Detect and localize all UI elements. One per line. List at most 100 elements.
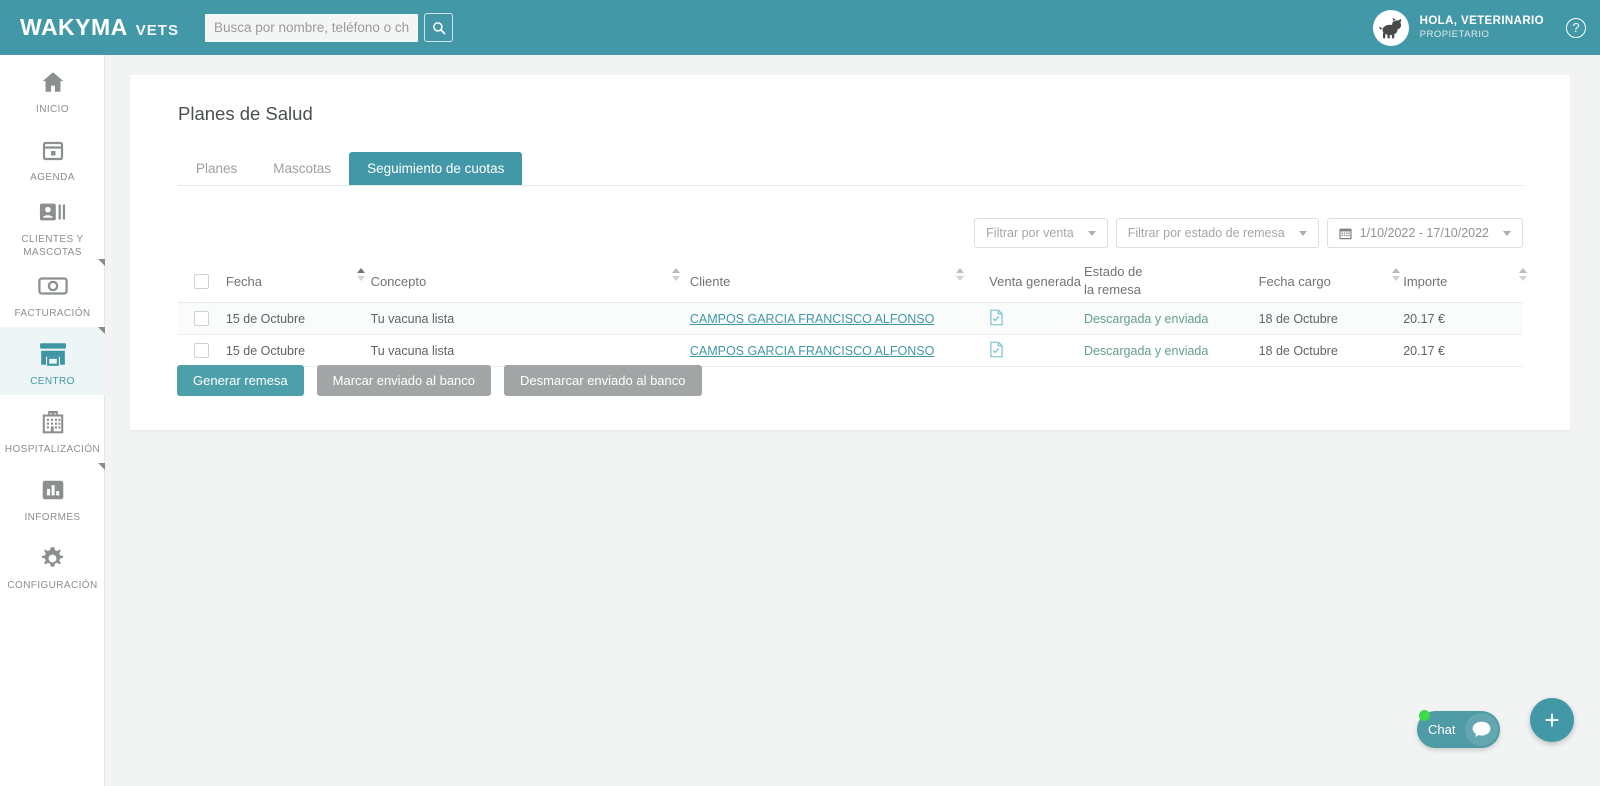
row-select-cell xyxy=(178,311,226,326)
column-label: Concepto xyxy=(370,273,427,289)
sidebar-item-label: INICIO xyxy=(36,104,69,116)
column-label: Venta generada xyxy=(989,273,1081,289)
column-header-estado-de-la-remesa: Estado de la remesa xyxy=(1084,263,1259,298)
cell-cliente: CAMPOS GARCIA FRANCISCO ALFONSO xyxy=(690,312,989,326)
sort-asc-icon xyxy=(955,267,964,273)
marcar-enviado-al-banco-button[interactable]: Marcar enviado al banco xyxy=(316,365,492,396)
user-account-area[interactable]: HOLA, VETERINARIO PROPIETARIO ? xyxy=(1372,0,1600,55)
sort-toggle-importe[interactable] xyxy=(1518,265,1527,283)
plus-icon: + xyxy=(1544,704,1560,735)
sidebar-item-facturacion[interactable]: FACTURACIÓN xyxy=(0,259,105,327)
sidebar-item-clientes-y-mascotas[interactable]: CLIENTES Y MASCOTAS xyxy=(0,191,105,259)
search-area xyxy=(205,13,453,42)
cell-estado-remesa: Descargada y enviada xyxy=(1083,343,1209,358)
generar-remesa-button[interactable]: Generar remesa xyxy=(177,365,304,396)
sidebar-item-label: FACTURACIÓN xyxy=(14,308,91,320)
document-check-icon xyxy=(990,309,1003,325)
cell-fecha-cargo: 18 de Octubre xyxy=(1258,311,1338,326)
sidebar-item-centro[interactable]: CENTRO xyxy=(0,327,105,395)
select-all-cell xyxy=(178,273,226,289)
column-label: Fecha xyxy=(225,273,263,289)
calendar-icon xyxy=(41,135,65,165)
client-link[interactable]: CAMPOS GARCIA FRANCISCO ALFONSO xyxy=(690,344,935,358)
filter-label: Filtrar por venta xyxy=(986,226,1074,240)
tab-mascotas[interactable]: Mascotas xyxy=(255,152,349,185)
sidebar-notch-marker xyxy=(98,259,105,266)
cell-fecha: 15 de Octubre xyxy=(225,343,306,358)
cell-fecha: 15 de Octubre xyxy=(225,311,306,326)
table-row[interactable]: 15 de Octubre Tu vacuna lista CAMPOS GAR… xyxy=(178,303,1523,335)
sort-desc-icon xyxy=(356,275,365,281)
filter-por-venta-dropdown[interactable]: Filtrar por venta xyxy=(974,218,1108,248)
chat-online-indicator xyxy=(1419,710,1430,721)
page-content: Planes de Salud Planes Mascotas Seguimie… xyxy=(105,55,1600,786)
avatar xyxy=(1372,9,1409,46)
filter-por-estado-de-remesa-dropdown[interactable]: Filtrar por estado de remesa xyxy=(1115,218,1319,248)
row-checkbox[interactable] xyxy=(194,311,210,326)
sort-toggle-cliente[interactable] xyxy=(955,265,964,283)
tab-bar: Planes Mascotas Seguimiento de cuotas xyxy=(178,149,1523,186)
date-range-picker[interactable]: 1/10/2022 - 17/10/2022 xyxy=(1326,218,1523,248)
cell-importe: 20.17 € xyxy=(1403,343,1445,358)
sort-toggle-fecha-cargo[interactable] xyxy=(1391,265,1400,283)
sort-desc-icon xyxy=(671,275,680,281)
home-icon xyxy=(40,67,66,97)
user-text-block: HOLA, VETERINARIO PROPIETARIO xyxy=(1420,14,1544,40)
sort-asc-icon xyxy=(356,267,365,273)
sidebar-item-label: INFORMES xyxy=(24,512,81,524)
chat-bubble-backdrop xyxy=(1465,713,1498,746)
sidebar-notch-marker xyxy=(98,327,105,334)
cell-cliente: CAMPOS GARCIA FRANCISCO ALFONSO xyxy=(690,344,989,358)
sidebar-nav: INICIO AGENDA CLIENTES Y MASCOTAS FACTUR… xyxy=(0,55,105,786)
dog-avatar-icon xyxy=(1378,17,1401,38)
select-all-checkbox[interactable] xyxy=(194,273,210,289)
chat-bubble-icon xyxy=(1472,721,1491,738)
column-header-fecha-cargo[interactable]: Fecha cargo xyxy=(1259,274,1404,289)
sort-toggle-concepto[interactable] xyxy=(671,265,680,283)
tab-seguimiento-de-cuotas[interactable]: Seguimiento de cuotas xyxy=(349,152,523,185)
hospital-icon xyxy=(40,407,66,437)
sidebar-item-label: CONFIGURACIÓN xyxy=(7,580,98,592)
cell-concepto: Tu vacuna lista xyxy=(370,311,455,326)
sidebar-item-hospitalizacion[interactable]: HOSPITALIZACIÓN xyxy=(0,395,105,463)
desmarcar-enviado-al-banco-button[interactable]: Desmarcar enviado al banco xyxy=(504,365,702,396)
search-button[interactable] xyxy=(424,13,453,42)
filter-bar: Filtrar por venta Filtrar por estado de … xyxy=(974,218,1523,248)
sidebar-item-configuracion[interactable]: CONFIGURACIÓN xyxy=(0,531,105,599)
column-header-cliente[interactable]: Cliente xyxy=(690,274,989,289)
sort-desc-icon xyxy=(955,275,964,281)
sidebar-item-agenda[interactable]: AGENDA xyxy=(0,123,105,191)
document-check-icon xyxy=(990,341,1003,357)
column-header-concepto[interactable]: Concepto xyxy=(371,274,690,289)
table-row[interactable]: 15 de Octubre Tu vacuna lista CAMPOS GAR… xyxy=(178,335,1523,367)
column-label: Importe xyxy=(1403,273,1448,289)
cuotas-table: Fecha Concepto Cliente Venta generada Es… xyxy=(178,260,1527,367)
sort-desc-icon xyxy=(1518,275,1527,281)
date-range-label: 1/10/2022 - 17/10/2022 xyxy=(1359,226,1489,240)
column-header-fecha[interactable]: Fecha xyxy=(226,274,371,289)
chat-label: Chat xyxy=(1428,722,1456,737)
client-link[interactable]: CAMPOS GARCIA FRANCISCO ALFONSO xyxy=(690,312,935,326)
search-icon xyxy=(432,21,445,34)
search-input[interactable] xyxy=(205,13,418,42)
cell-venta-generada[interactable] xyxy=(989,341,1084,361)
column-label: Cliente xyxy=(689,273,731,289)
cell-venta-generada[interactable] xyxy=(989,309,1084,329)
user-greeting: HOLA, VETERINARIO xyxy=(1419,15,1544,28)
sidebar-item-inicio[interactable]: INICIO xyxy=(0,55,105,123)
table-header-row: Fecha Concepto Cliente Venta generada Es… xyxy=(178,260,1527,303)
cell-fecha-cargo: 18 de Octubre xyxy=(1258,343,1338,358)
add-floating-action-button[interactable]: + xyxy=(1530,698,1574,742)
column-header-venta-generada[interactable]: Venta generada xyxy=(989,274,1084,289)
row-checkbox[interactable] xyxy=(194,343,210,358)
help-icon[interactable]: ? xyxy=(1566,17,1586,38)
store-icon xyxy=(39,339,67,369)
chat-widget-button[interactable]: Chat xyxy=(1417,710,1500,748)
gear-icon xyxy=(39,543,66,573)
sidebar-item-informes[interactable]: INFORMES xyxy=(0,463,105,531)
tab-planes[interactable]: Planes xyxy=(178,152,255,185)
column-header-importe[interactable]: Importe xyxy=(1403,274,1523,289)
sort-toggle-fecha[interactable] xyxy=(356,265,365,283)
column-label-line1: Estado de xyxy=(1083,264,1143,280)
brand-logo[interactable]: WAKYMA VETS xyxy=(20,14,195,41)
